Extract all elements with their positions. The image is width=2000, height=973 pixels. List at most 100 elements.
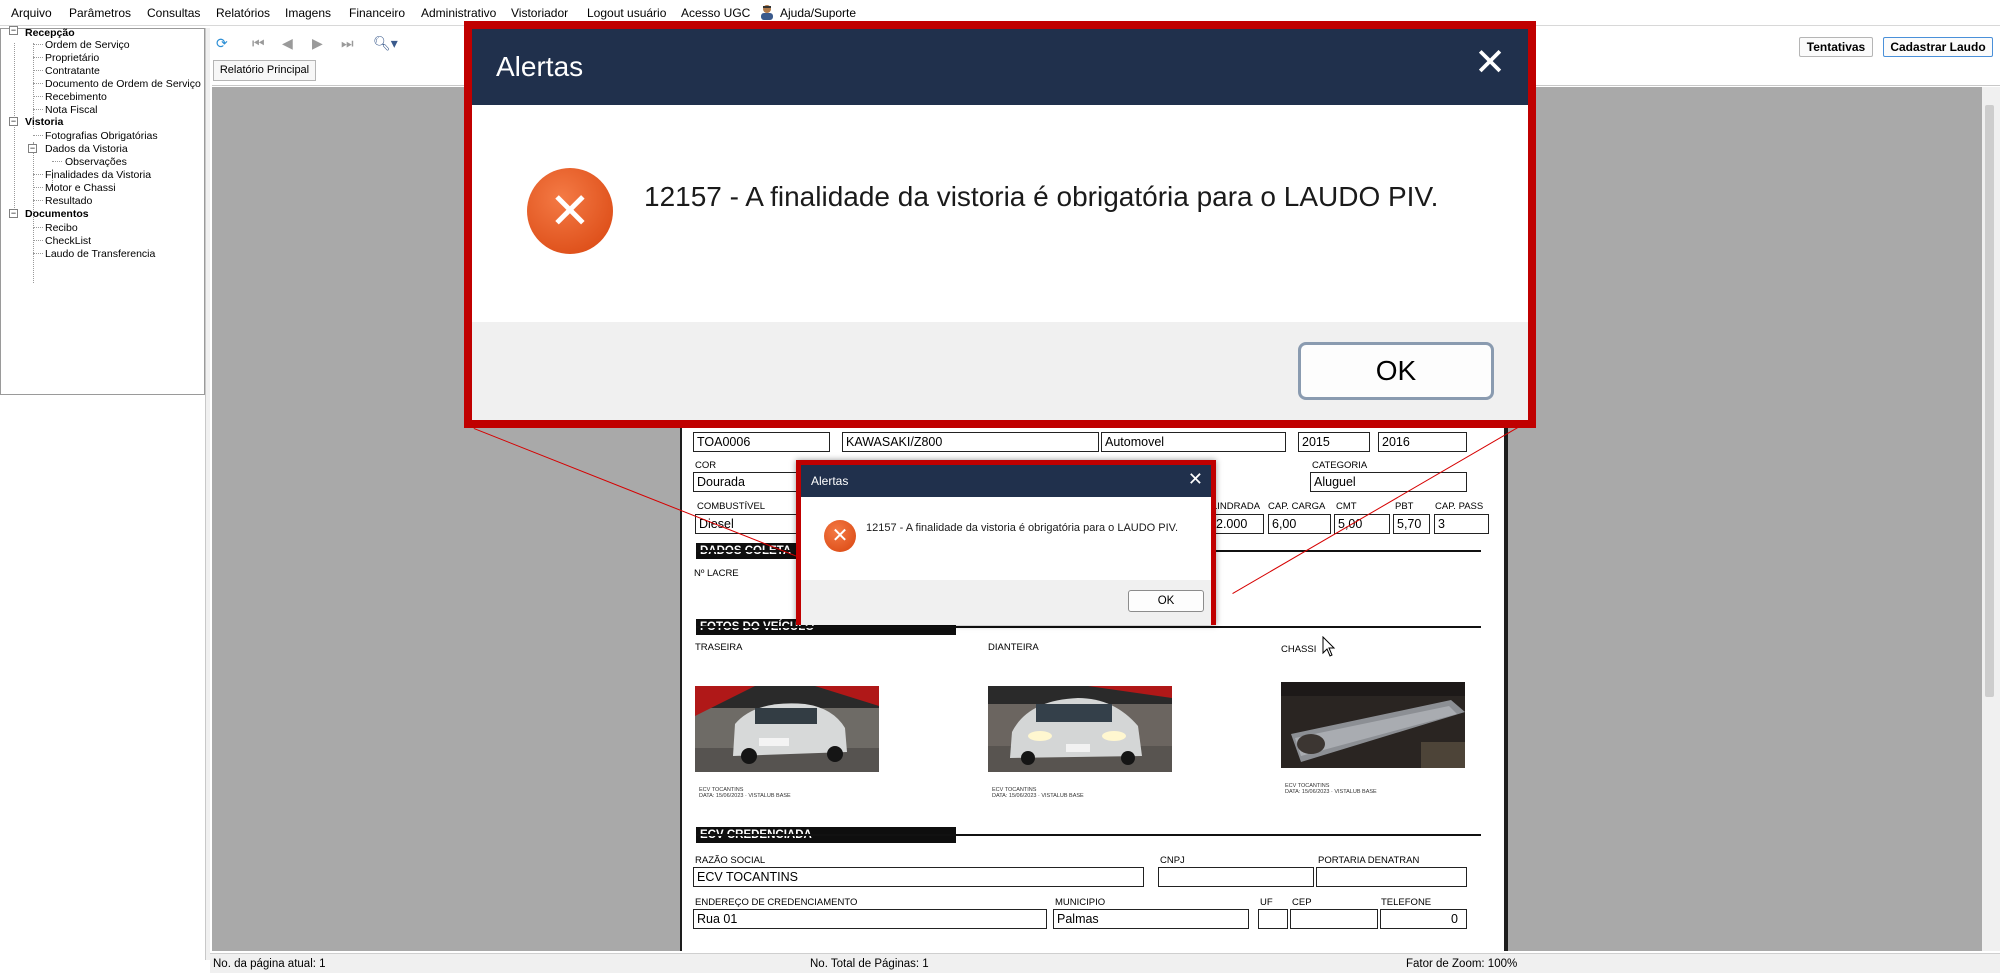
field-telefone: 0 [1380, 909, 1467, 929]
photo-chassi [1281, 682, 1465, 768]
dialog-title: Alertas [496, 51, 584, 82]
menu-acesso-ugc[interactable]: Acesso UGC [681, 6, 750, 20]
collapse-icon[interactable]: − [28, 144, 37, 153]
tree-item-nota-fiscal[interactable]: Nota Fiscal [45, 104, 98, 116]
photo-dianteira [988, 686, 1172, 772]
label-pbt: PBT [1395, 501, 1414, 512]
menu-imagens[interactable]: Imagens [285, 6, 331, 20]
error-icon: ✕ [824, 520, 856, 552]
alert-dialog-small: Alertas ✕ ✕ 12157 - A finalidade da vist… [796, 460, 1216, 625]
status-current-page: No. da página atual: 1 [213, 958, 326, 970]
ok-button[interactable]: OK [1128, 590, 1204, 612]
menu-logout[interactable]: Logout usuário [587, 6, 666, 20]
tree-documentos[interactable]: Documentos [25, 208, 89, 220]
label-dianteira: DIANTEIRA [988, 642, 1039, 653]
label-chassi: CHASSI [1281, 644, 1317, 655]
tree-item-contratante[interactable]: Contratante [45, 65, 100, 77]
cursor-icon [1322, 635, 1336, 661]
photo-traseira [695, 686, 879, 772]
field-uf [1258, 909, 1288, 929]
photo-caption: ECV TOCANTINS DATA: 15/06/2023 · VISTALUB… [699, 787, 791, 799]
label-cnpj: CNPJ [1160, 855, 1185, 866]
field-pbt: 5,70 [1393, 514, 1430, 534]
section-divider [696, 626, 1481, 628]
field-cap-pass: 3 [1434, 514, 1489, 534]
label-cmt: CMT [1336, 501, 1357, 512]
next-page-icon[interactable]: ▶ [312, 35, 323, 52]
field-endereco: Rua 01 [693, 909, 1047, 929]
field-marca-modelo: KAWASAKI/Z800 [842, 432, 1099, 452]
close-icon[interactable]: ✕ [1474, 43, 1506, 83]
field-razao-social: ECV TOCANTINS [693, 867, 1144, 887]
close-icon[interactable]: ✕ [1188, 470, 1203, 488]
field-ano-modelo: 2016 [1378, 432, 1467, 452]
collapse-icon[interactable]: − [9, 26, 18, 35]
tree-item-finalidades[interactable]: Finalidades da Vistoria [45, 169, 151, 181]
tree-item-recibo[interactable]: Recibo [45, 222, 78, 234]
label-cap-pass: CAP. PASS [1435, 501, 1484, 512]
refresh-icon[interactable]: ⟳ [216, 35, 228, 52]
field-categoria: Aluguel [1310, 472, 1467, 492]
field-especie: Automovel [1101, 432, 1286, 452]
menu-financeiro[interactable]: Financeiro [349, 6, 405, 20]
collapse-icon[interactable]: − [9, 117, 18, 126]
tree-item-ordem-servico[interactable]: Ordem de Serviço [45, 39, 130, 51]
menu-consultas[interactable]: Consultas [147, 6, 200, 20]
first-page-icon[interactable]: ⏮ [252, 35, 265, 52]
tree-item-resultado[interactable]: Resultado [45, 195, 92, 207]
cadastrar-laudo-button[interactable]: Cadastrar Laudo [1883, 37, 1993, 57]
photo-caption: ECV TOCANTINS DATA: 15/06/2023 · VISTALUB… [1285, 783, 1377, 795]
label-razao-social: RAZÃO SOCIAL [695, 855, 766, 866]
zoom-icon[interactable]: 🔍︎▾ [373, 35, 398, 52]
tree-item-dados-vistoria[interactable]: Dados da Vistoria [45, 143, 128, 155]
dialog-title: Alertas [811, 474, 849, 488]
menu-parametros[interactable]: Parâmetros [69, 6, 131, 20]
last-page-icon[interactable]: ⏭ [341, 35, 354, 52]
field-municipio: Palmas [1053, 909, 1249, 929]
field-cilindrada: 2.000 [1212, 514, 1264, 534]
menu-ajuda-suporte[interactable]: Ajuda/Suporte [780, 6, 856, 20]
field-combustivel: Diesel [695, 514, 805, 534]
ok-button[interactable]: OK [1298, 342, 1494, 400]
tree-recepcao[interactable]: Recepção [25, 27, 75, 39]
collapse-icon[interactable]: − [9, 209, 18, 218]
tree-item-proprietario[interactable]: Proprietário [45, 52, 99, 64]
tree-item-fotografias[interactable]: Fotografias Obrigatórias [45, 130, 158, 142]
prev-page-icon[interactable]: ◀ [282, 35, 293, 52]
splitter[interactable] [205, 28, 210, 960]
tree-item-observacoes[interactable]: Observações [65, 156, 127, 168]
tab-relatorio-principal[interactable]: Relatório Principal [213, 60, 316, 81]
tree-item-checklist[interactable]: CheckList [45, 235, 91, 247]
label-lacre: Nº LACRE [694, 568, 739, 579]
tree-vistoria[interactable]: Vistoria [25, 116, 63, 128]
status-bar: No. da página atual: 1 No. Total de Pági… [210, 953, 2000, 973]
label-cap-carga: CAP. CARGA [1268, 501, 1326, 512]
photo-caption: ECV TOCANTINS DATA: 15/06/2023 · VISTALUB… [992, 787, 1084, 799]
status-zoom: Fator de Zoom: 100% [1406, 958, 1518, 970]
tree-item-laudo-transferencia[interactable]: Laudo de Transferencia [45, 248, 155, 260]
section-divider [696, 834, 1481, 836]
label-cep: CEP [1292, 897, 1312, 908]
menu-relatorios[interactable]: Relatórios [216, 6, 270, 20]
dialog-titlebar: Alertas ✕ [801, 465, 1211, 497]
tree-item-motor-chassi[interactable]: Motor e Chassi [45, 182, 116, 194]
tentativas-button[interactable]: Tentativas [1799, 37, 1873, 57]
alert-dialog-zoomed: Alertas ✕ ✕ 12157 - A finalidade da vist… [464, 21, 1536, 428]
error-icon: ✕ [527, 168, 613, 254]
scrollbar-thumb[interactable] [1985, 105, 1994, 697]
field-placa: TOA0006 [693, 432, 830, 452]
status-total-pages: No. Total de Páginas: 1 [810, 958, 929, 970]
label-municipio: MUNICIPIO [1055, 897, 1106, 908]
field-cap-carga: 6,00 [1268, 514, 1331, 534]
label-portaria-denatran: PORTARIA DENATRAN [1318, 855, 1420, 866]
menu-administrativo[interactable]: Administrativo [421, 6, 496, 20]
menu-vistoriador[interactable]: Vistoriador [511, 6, 568, 20]
tree-item-documento-os[interactable]: Documento de Ordem de Serviço [45, 78, 201, 90]
dialog-titlebar: Alertas ✕ [472, 29, 1528, 105]
field-cep [1290, 909, 1378, 929]
label-telefone: TELEFONE [1381, 897, 1432, 908]
field-ano-fabricacao: 2015 [1298, 432, 1370, 452]
menu-arquivo[interactable]: Arquivo [11, 6, 52, 20]
dialog-message: 12157 - A finalidade da vistoria é obrig… [644, 181, 1439, 212]
tree-item-recebimento[interactable]: Recebimento [45, 91, 107, 103]
